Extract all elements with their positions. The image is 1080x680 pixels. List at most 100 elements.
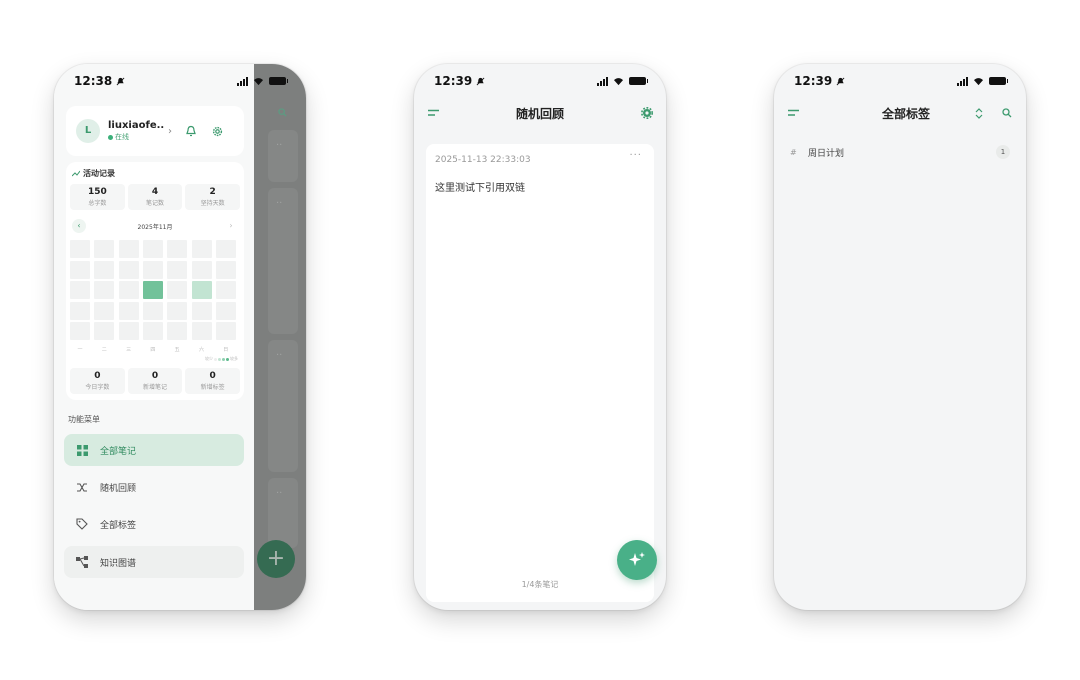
bell-muted-icon xyxy=(836,77,845,85)
more-button[interactable]: ··· xyxy=(629,150,642,161)
stat-streak-days: 2 坚持天数 xyxy=(185,184,241,210)
heatmap-cell xyxy=(142,260,163,279)
search-button[interactable] xyxy=(1000,106,1014,120)
phone-random-review-screen: 12:39 随机回顾 2025-11-13 22:33:03 ··· 这里测试下… xyxy=(414,64,666,610)
menu-item-random-review[interactable]: 随机回顾 xyxy=(64,471,244,503)
heatmap-cell xyxy=(94,322,115,341)
dimmed-note-card xyxy=(268,340,298,472)
wifi-icon xyxy=(254,77,263,85)
heatmap-cell xyxy=(167,260,188,279)
note-card[interactable]: 2025-11-13 22:33:03 ··· 这里测试下引用双链 1/4条笔记 xyxy=(426,144,654,602)
menu-item-all-tags[interactable]: 全部标签 xyxy=(64,508,244,540)
gear-icon xyxy=(212,126,222,136)
status-time: 12:39 xyxy=(794,74,833,88)
side-drawer: L liuxiaofe... 在线 › 活动记录 150 总字数 4 笔记数 2 坚持… xyxy=(54,64,254,610)
status-bar: 12:38 xyxy=(54,64,306,98)
heatmap-cell xyxy=(142,281,163,300)
heatmap-legend: 较少 较多 xyxy=(205,356,238,361)
heatmap-cell xyxy=(191,260,212,279)
bell-muted-icon xyxy=(116,77,125,85)
sort-icon xyxy=(975,107,983,119)
bell-icon xyxy=(186,125,196,137)
heatmap-cell xyxy=(191,322,212,341)
menu-label: 全部笔记 xyxy=(100,446,137,457)
menu-item-knowledge-graph[interactable]: 知识图谱 xyxy=(64,546,244,578)
tag-name: 周日计划 xyxy=(808,148,845,159)
heatmap-cell xyxy=(142,322,163,341)
more-icon: ·· xyxy=(276,488,283,499)
activity-title: 活动记录 xyxy=(83,169,115,178)
shuffle-icon xyxy=(77,482,87,492)
username: liuxiaofe... xyxy=(108,120,164,131)
weekday-label: 四 xyxy=(150,347,156,353)
user-card[interactable]: L liuxiaofe... 在线 › xyxy=(66,106,244,156)
heatmap-cell xyxy=(118,240,139,258)
heatmap-cell xyxy=(118,281,139,300)
next-month-button[interactable]: › xyxy=(224,219,238,233)
status-bar: 12:39 xyxy=(414,64,666,98)
heatmap-cell xyxy=(167,301,188,320)
battery-icon xyxy=(989,77,1008,85)
chevron-right-icon: › xyxy=(168,125,172,137)
menu-label: 知识图谱 xyxy=(100,558,137,569)
heatmap-cell xyxy=(215,301,236,320)
note-date: 2025-11-13 22:33:03 xyxy=(435,155,531,165)
activity-heatmap xyxy=(70,240,240,344)
heatmap-cell xyxy=(142,240,163,258)
stat-total-words: 150 总字数 xyxy=(70,184,125,210)
heatmap-cell xyxy=(118,260,139,279)
bell-muted-icon xyxy=(476,77,485,85)
wifi-icon xyxy=(974,77,983,85)
heatmap-cell xyxy=(70,240,90,258)
weekday-label: 三 xyxy=(126,347,132,353)
weekday-label: 二 xyxy=(101,347,107,353)
random-review-fab[interactable] xyxy=(617,540,657,580)
settings-button[interactable] xyxy=(640,106,654,120)
bell-button[interactable] xyxy=(184,124,198,138)
stat-today-words: 0 今日字数 xyxy=(70,368,125,394)
sort-button[interactable] xyxy=(972,106,986,120)
menu-item-all-notes[interactable]: 全部笔记 xyxy=(64,434,244,466)
heatmap-cell xyxy=(118,322,139,341)
add-note-button[interactable]: + xyxy=(257,540,295,578)
weekday-label: 五 xyxy=(174,347,180,353)
signal-icon xyxy=(597,76,608,86)
heatmap-cell xyxy=(167,322,188,341)
weekday-label: 日 xyxy=(223,347,229,353)
menu-title: 功能菜单 xyxy=(68,415,100,424)
drawer-overlay[interactable]: ·· ·· ·· ·· xyxy=(254,64,306,610)
more-icon: ·· xyxy=(276,198,283,209)
stat-new-notes: 0 新增笔记 xyxy=(127,368,183,394)
activity-icon xyxy=(72,170,80,176)
weekday-label: 六 xyxy=(198,347,204,353)
note-pagination: 1/4条笔记 xyxy=(521,580,559,589)
status-time: 12:39 xyxy=(434,74,473,88)
menu-button[interactable] xyxy=(426,106,440,120)
online-dot-icon xyxy=(108,134,113,140)
heatmap-cell xyxy=(215,281,236,300)
phone-all-tags-screen: 12:39 全部标签 # 周日计划 1 xyxy=(774,64,1026,610)
menu-label: 全部标签 xyxy=(100,520,137,531)
dimmed-note-card xyxy=(268,188,298,334)
page-title: 全部标签 xyxy=(881,106,930,121)
settings-button[interactable] xyxy=(210,124,224,138)
avatar: L xyxy=(76,119,100,143)
hash-icon: # xyxy=(790,147,797,157)
tag-row[interactable]: # 周日计划 1 xyxy=(790,144,1010,160)
heatmap-cell xyxy=(191,301,212,320)
month-label: 2025年11月 xyxy=(137,223,173,231)
gear-icon xyxy=(640,107,653,119)
heatmap-cell xyxy=(215,260,236,279)
search-icon xyxy=(1002,108,1012,118)
status-time: 12:38 xyxy=(74,74,113,88)
prev-month-button[interactable]: ‹ xyxy=(72,219,86,233)
activity-card: 活动记录 150 总字数 4 笔记数 2 坚持天数 ‹ 2025年11月 › 一 二 三 四… xyxy=(66,162,244,400)
menu-icon xyxy=(787,109,799,116)
menu-button[interactable] xyxy=(786,106,800,120)
heatmap-cell xyxy=(142,301,163,320)
signal-icon xyxy=(237,76,248,86)
more-icon: ·· xyxy=(276,140,283,151)
heatmap-cell xyxy=(191,281,212,300)
heatmap-cell xyxy=(167,281,188,300)
menu-label: 随机回顾 xyxy=(100,483,137,494)
